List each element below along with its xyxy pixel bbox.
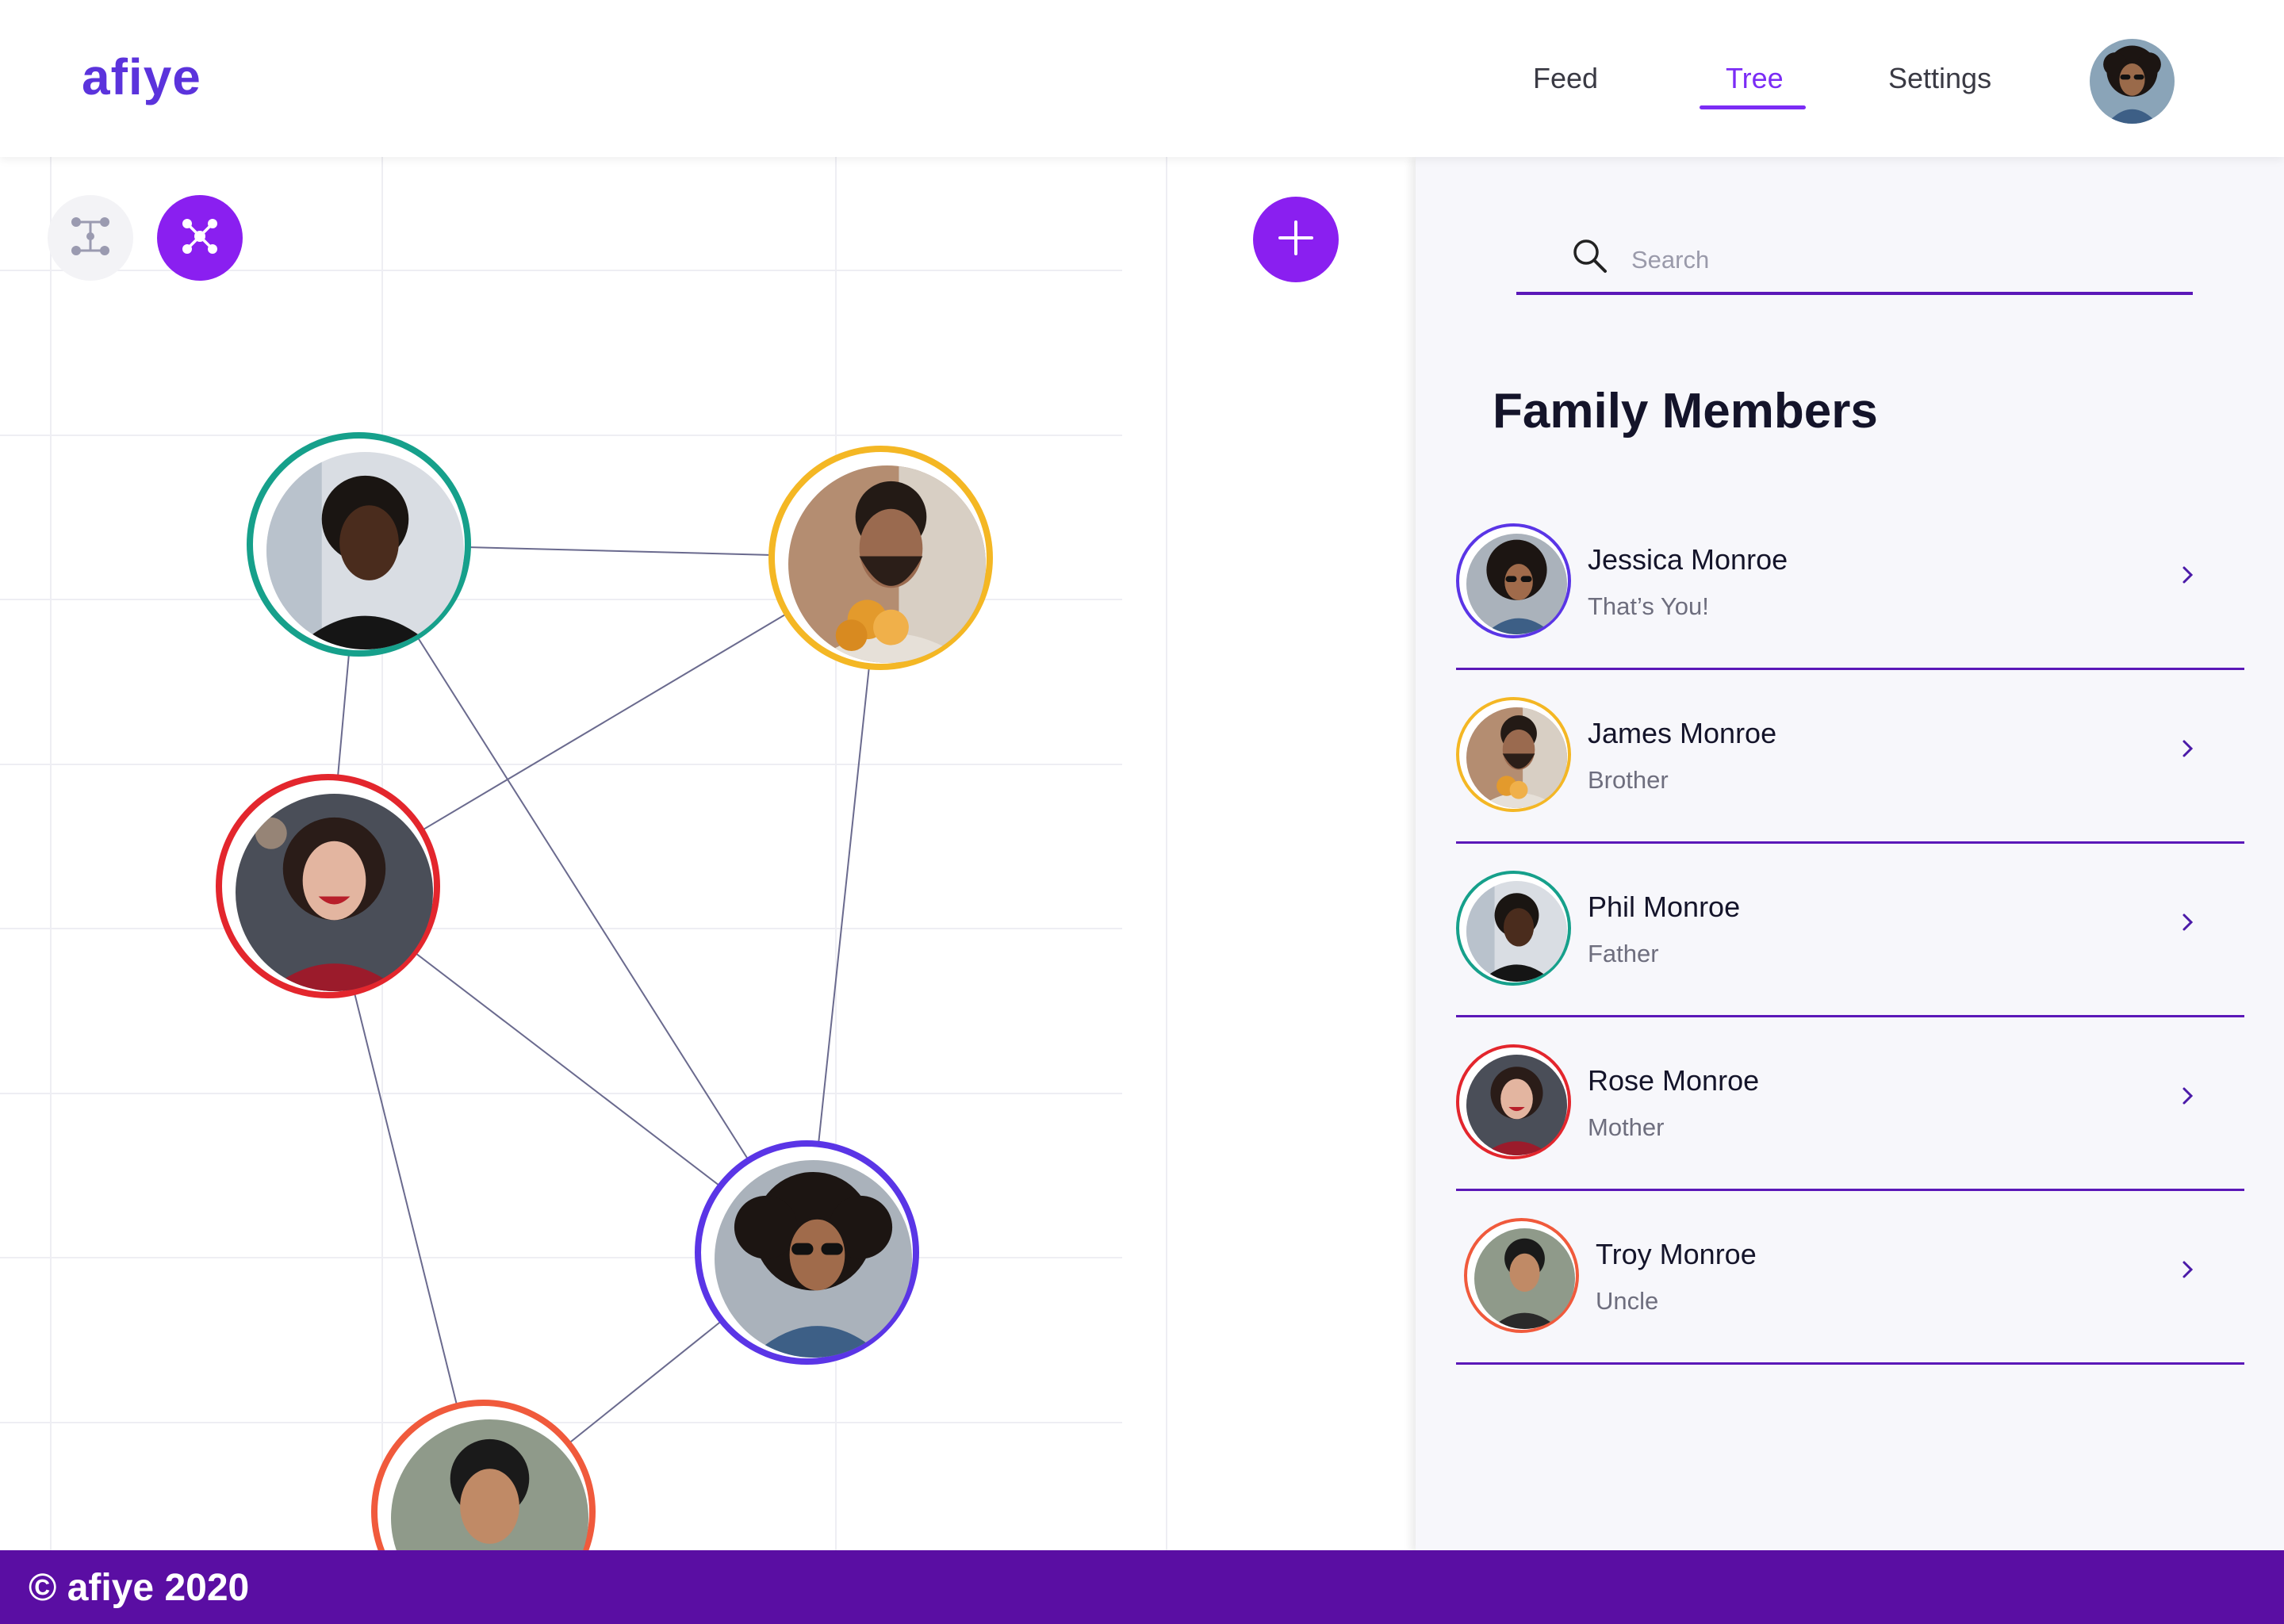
member-photo: [1474, 1228, 1575, 1329]
member-relation: Mother: [1588, 1113, 1665, 1141]
member-relation: That’s You!: [1588, 592, 1709, 620]
member-row-phil[interactable]: Phil Monroe Father: [1456, 844, 2269, 1017]
member-relation: Uncle: [1596, 1287, 1659, 1315]
member-relation: Brother: [1588, 766, 1669, 794]
row-divider: [1456, 1362, 2244, 1365]
member-avatar: [1464, 1218, 1579, 1333]
user-avatar[interactable]: [2090, 39, 2175, 124]
member-row-jessica[interactable]: Jessica Monroe That’s You!: [1456, 496, 2269, 670]
chevron-right-icon[interactable]: [2174, 909, 2201, 936]
family-members-panel: Family Members Jessica Monroe That’s You…: [1416, 157, 2284, 1553]
member-relation: Father: [1588, 940, 1659, 967]
chevron-right-icon[interactable]: [2174, 1256, 2201, 1283]
panel-title: Family Members: [1493, 384, 1878, 439]
member-photo: [1466, 534, 1567, 634]
member-avatar: [1456, 1044, 1571, 1159]
member-photo: [1466, 1055, 1567, 1155]
chevron-right-icon[interactable]: [2174, 1082, 2201, 1109]
nav-feed[interactable]: Feed: [1533, 62, 1598, 95]
troy-photo: [391, 1419, 588, 1550]
chevron-right-icon[interactable]: [2174, 561, 2201, 588]
member-row-james[interactable]: James Monroe Brother: [1456, 670, 2269, 844]
member-photo: [1466, 881, 1567, 982]
member-name: James Monroe: [1588, 717, 1777, 749]
family-tree-canvas[interactable]: [0, 157, 1416, 1550]
top-navbar: afiye Feed Tree Settings: [0, 0, 2284, 157]
member-photo: [1466, 707, 1567, 808]
node-jessica[interactable]: [695, 1140, 919, 1365]
search-input[interactable]: [1631, 236, 2171, 284]
member-avatar: [1456, 871, 1571, 986]
member-avatar: [1456, 523, 1571, 638]
search-underline: [1516, 292, 2193, 295]
rose-photo: [236, 794, 433, 991]
member-row-troy[interactable]: Troy Monroe Uncle: [1456, 1191, 2269, 1365]
member-name: Jessica Monroe: [1588, 543, 1788, 576]
copyright-text: © afiye 2020: [29, 1567, 250, 1609]
member-name: Phil Monroe: [1588, 891, 1741, 923]
node-james[interactable]: [768, 446, 993, 670]
nav-tree[interactable]: Tree: [1726, 62, 1784, 95]
member-name: Rose Monroe: [1588, 1064, 1760, 1097]
active-nav-indicator: [1700, 105, 1806, 109]
james-photo: [788, 465, 986, 663]
jessica-photo: [715, 1160, 912, 1358]
member-row-rose[interactable]: Rose Monroe Mother: [1456, 1017, 2269, 1191]
member-avatar: [1456, 697, 1571, 812]
search-icon: [1570, 236, 1610, 280]
phil-photo: [266, 452, 464, 649]
app-logo[interactable]: afiye: [82, 48, 201, 106]
node-rose[interactable]: [216, 774, 440, 998]
member-name: Troy Monroe: [1596, 1238, 1757, 1270]
chevron-right-icon[interactable]: [2174, 735, 2201, 762]
nav-settings[interactable]: Settings: [1888, 62, 1991, 95]
footer: © afiye 2020: [0, 1550, 2284, 1624]
relationship-edges: [327, 543, 882, 1513]
node-phil[interactable]: [247, 432, 471, 657]
